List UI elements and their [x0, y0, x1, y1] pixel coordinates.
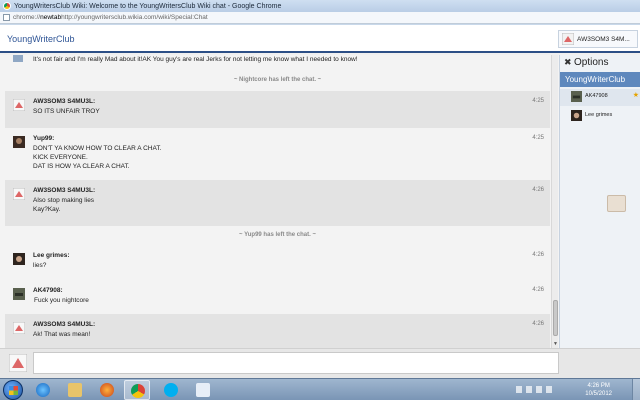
- user-avatar: [13, 136, 25, 148]
- url-host: newtab: [40, 14, 62, 21]
- taskbar-explorer[interactable]: [62, 380, 88, 400]
- user-avatar: [13, 188, 25, 200]
- message-text: Also stop making lies: [33, 197, 95, 204]
- user-list-item[interactable]: Lee grimes: [560, 108, 640, 125]
- message-time: 4:25: [532, 98, 544, 104]
- site-logo[interactable]: YoungWriterClub: [7, 34, 75, 44]
- message-text: lies?: [33, 262, 47, 269]
- message-time: 4:25: [532, 135, 544, 141]
- url-path: http://youngwritersclub.wikia.com/wiki/S…: [61, 14, 208, 21]
- ie-icon: [36, 383, 50, 397]
- clock-time: 4:26 PM: [587, 383, 610, 389]
- message-text: Kay?Kay.: [33, 206, 61, 213]
- message-input[interactable]: [33, 352, 559, 374]
- chat-message: AW3SOM3 S4MU3L: 4:25 SO ITS UNFAIR TROY: [5, 91, 550, 128]
- options-button[interactable]: ✖ Options: [560, 55, 640, 69]
- chat-message: AW3SOM3 S4MU3L: 4:26 Also stop making li…: [5, 180, 550, 226]
- message-sender[interactable]: Lee grimes:: [33, 252, 70, 259]
- chat-scrollbar[interactable]: ▼: [551, 55, 558, 348]
- message-sender[interactable]: AW3SOM3 S4MU3L:: [33, 187, 95, 194]
- taskbar-media[interactable]: [190, 380, 216, 400]
- user-avatar: [13, 99, 25, 111]
- scroll-down-arrow-icon[interactable]: ▼: [553, 341, 558, 347]
- tray-icon[interactable]: [526, 386, 532, 393]
- taskbar-ie[interactable]: [30, 380, 56, 400]
- user-avatar: [571, 91, 582, 102]
- chrome-icon: [131, 384, 145, 398]
- taskbar-skype[interactable]: [158, 380, 184, 400]
- chat-message: Yup99: 4:25 DON'T YA KNOW HOW TO CLEAR A…: [5, 128, 550, 179]
- windows-taskbar: 4:26 PM 10/5/2012: [0, 378, 640, 400]
- chat-page: YoungWriterClub AW3SOM3 S4M... It's not …: [0, 25, 640, 378]
- start-button[interactable]: [3, 380, 23, 400]
- clock[interactable]: 4:26 PM 10/5/2012: [585, 382, 612, 398]
- message-text: SO ITS UNFAIR TROY: [33, 108, 100, 115]
- chat-message: AW3SOM3 S4MU3L: 4:26 Ak! That was mean!: [5, 314, 550, 348]
- message-text: Ak! That was mean!: [33, 331, 91, 338]
- message-text: It's not fair and I'm really Mad about i…: [33, 56, 358, 63]
- windows-logo-icon: [9, 386, 18, 395]
- skype-icon: [164, 383, 178, 397]
- user-name: Lee grimes: [585, 112, 613, 118]
- message-time: 4:26: [532, 252, 544, 258]
- user-avatar: [571, 110, 582, 121]
- room-title[interactable]: YoungWriterClub: [560, 72, 640, 87]
- show-desktop-button[interactable]: [632, 379, 640, 400]
- message-sender[interactable]: AW3SOM3 S4MU3L:: [33, 98, 95, 105]
- current-user-name: AW3SOM3 S4M...: [577, 35, 630, 43]
- chat-message: AK47908: 4:26 Fuck you nightcore: [5, 280, 550, 314]
- window-title: YoungWritersClub Wiki: Welcome to the Yo…: [14, 2, 282, 10]
- scrollbar-thumb[interactable]: [553, 300, 558, 336]
- user-avatar: [13, 288, 25, 300]
- user-list-rail: ✖ Options YoungWriterClub AK47908 ★ Lee …: [559, 55, 640, 348]
- options-label: Options: [574, 56, 609, 68]
- chat-notice: ~ Yup99 has left the chat. ~: [239, 232, 316, 238]
- user-avatar: [13, 55, 23, 62]
- user-name: AK47908: [585, 93, 608, 99]
- private-message-icon[interactable]: [607, 195, 626, 212]
- clock-date: 10/5/2012: [585, 391, 612, 397]
- tray-icon[interactable]: [546, 386, 552, 393]
- message-sender[interactable]: AW3SOM3 S4MU3L:: [33, 321, 95, 328]
- user-list-item[interactable]: AK47908 ★: [560, 89, 640, 106]
- tray-icon[interactable]: [516, 386, 522, 393]
- window-icon: [196, 383, 210, 397]
- message-sender[interactable]: AK47908:: [33, 287, 63, 294]
- user-avatar: [13, 322, 25, 334]
- url-scheme: chrome://: [13, 14, 41, 21]
- message-text: DAT IS HOW YA CLEAR A CHAT.: [33, 163, 130, 170]
- firefox-icon: [100, 383, 114, 397]
- wrench-icon: ✖: [564, 57, 572, 67]
- system-tray[interactable]: [516, 386, 566, 394]
- self-avatar: [9, 354, 27, 372]
- page-icon: [3, 14, 10, 21]
- message-time: 4:26: [532, 187, 544, 193]
- message-time: 4:26: [532, 287, 544, 293]
- current-user-badge[interactable]: AW3SOM3 S4M...: [558, 30, 638, 48]
- chat-message: Lee grimes: 4:26 lies?: [5, 245, 550, 279]
- message-sender[interactable]: Yup99:: [33, 135, 54, 142]
- tray-icon[interactable]: [536, 386, 542, 393]
- wiki-header: YoungWriterClub AW3SOM3 S4M...: [0, 25, 640, 53]
- chat-input-bar: [0, 348, 640, 378]
- address-bar[interactable]: chrome:// newtab http://youngwritersclub…: [0, 12, 640, 24]
- taskbar-firefox[interactable]: [94, 380, 120, 400]
- window-title-bar[interactable]: YoungWritersClub Wiki: Welcome to the Yo…: [0, 0, 640, 12]
- message-text: KICK EVERYONE.: [33, 154, 88, 161]
- message-text: DON'T YA KNOW HOW TO CLEAR A CHAT.: [33, 145, 162, 152]
- taskbar-chrome[interactable]: [124, 380, 150, 400]
- star-icon: ★: [632, 92, 639, 99]
- chat-message-partial: It's not fair and I'm really Mad about i…: [5, 55, 550, 71]
- chat-notice: ~ Nightcore has left the chat. ~: [233, 77, 322, 83]
- chat-messages[interactable]: It's not fair and I'm really Mad about i…: [0, 55, 559, 348]
- message-time: 4:26: [532, 321, 544, 327]
- folder-icon: [68, 383, 82, 397]
- user-avatar: [562, 33, 574, 45]
- user-avatar: [13, 253, 25, 265]
- chrome-icon: [3, 2, 11, 10]
- message-text: Fuck you nightcore: [34, 297, 89, 304]
